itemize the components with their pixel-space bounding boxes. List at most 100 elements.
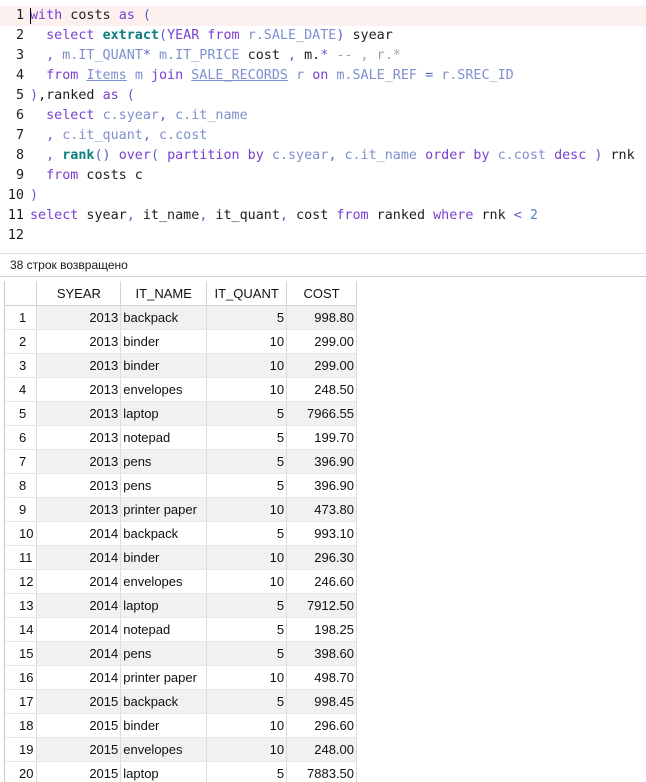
table-row[interactable]: 8 2013 pens 5 396.90 — [5, 473, 357, 498]
cell-it-name[interactable]: notepad — [120, 425, 208, 450]
cell-it-name[interactable]: laptop — [120, 401, 208, 426]
cell-syear[interactable]: 2013 — [36, 449, 122, 474]
cell-it-name[interactable]: printer paper — [120, 497, 208, 522]
cell-syear[interactable]: 2014 — [36, 521, 122, 546]
row-number[interactable]: 14 — [5, 617, 38, 642]
editor-line[interactable]: 3 , m.IT_QUANT* m.IT_PRICE cost , m.* --… — [0, 46, 646, 66]
row-number[interactable]: 8 — [5, 473, 38, 498]
row-number[interactable]: 6 — [5, 425, 38, 450]
sql-editor[interactable]: 1 with costs as (2 select extract(YEAR fr… — [0, 0, 646, 250]
cell-syear[interactable]: 2014 — [36, 641, 122, 666]
cell-syear[interactable]: 2013 — [36, 329, 122, 354]
table-row[interactable]: 4 2013 envelopes 10 248.50 — [5, 377, 357, 402]
cell-cost[interactable]: 396.90 — [286, 473, 357, 498]
cell-syear[interactable]: 2013 — [36, 377, 122, 402]
row-number[interactable]: 11 — [5, 545, 38, 570]
row-number[interactable]: 5 — [5, 401, 38, 426]
cell-it-name[interactable]: backpack — [120, 689, 208, 714]
row-number[interactable]: 13 — [5, 593, 38, 618]
cell-cost[interactable]: 296.60 — [286, 713, 357, 738]
cell-syear[interactable]: 2015 — [36, 737, 122, 762]
editor-line[interactable]: 11 select syear, it_name, it_quant, cost … — [0, 206, 646, 226]
cell-cost[interactable]: 198.25 — [286, 617, 357, 642]
cell-syear[interactable]: 2013 — [36, 353, 122, 378]
cell-syear[interactable]: 2013 — [36, 425, 122, 450]
cell-it-name[interactable]: envelopes — [120, 569, 208, 594]
cell-syear[interactable]: 2015 — [36, 713, 122, 738]
cell-cost[interactable]: 7966.55 — [286, 401, 357, 426]
row-number[interactable]: 9 — [5, 497, 38, 522]
cell-cost[interactable]: 296.30 — [286, 545, 357, 570]
cell-it-quant[interactable]: 10 — [206, 713, 288, 738]
row-number[interactable]: 3 — [5, 353, 38, 378]
cell-it-name[interactable]: envelopes — [120, 377, 208, 402]
table-row[interactable]: 10 2014 backpack 5 993.10 — [5, 521, 357, 546]
cell-syear[interactable]: 2013 — [36, 497, 122, 522]
cell-it-name[interactable]: backpack — [120, 305, 208, 330]
column-header-it-quant[interactable]: IT_QUANT — [206, 281, 288, 306]
row-number[interactable]: 12 — [5, 569, 38, 594]
cell-it-name[interactable]: printer paper — [120, 665, 208, 690]
row-number[interactable]: 20 — [5, 761, 38, 782]
table-row[interactable]: 15 2014 pens 5 398.60 — [5, 641, 357, 666]
cell-syear[interactable]: 2013 — [36, 401, 122, 426]
editor-line[interactable]: 1 with costs as ( — [0, 6, 646, 26]
cell-it-name[interactable]: binder — [120, 353, 208, 378]
cell-cost[interactable]: 199.70 — [286, 425, 357, 450]
cell-cost[interactable]: 246.60 — [286, 569, 357, 594]
cell-cost[interactable]: 993.10 — [286, 521, 357, 546]
table-row[interactable]: 14 2014 notepad 5 198.25 — [5, 617, 357, 642]
cell-it-quant[interactable]: 10 — [206, 569, 288, 594]
cell-cost[interactable]: 299.00 — [286, 329, 357, 354]
cell-syear[interactable]: 2014 — [36, 665, 122, 690]
editor-line[interactable]: 5),ranked as ( — [0, 86, 646, 106]
cell-cost[interactable]: 998.80 — [286, 305, 357, 330]
table-row[interactable]: 11 2014 binder 10 296.30 — [5, 545, 357, 570]
cell-it-quant[interactable]: 10 — [206, 737, 288, 762]
cell-it-quant[interactable]: 5 — [206, 521, 288, 546]
row-number[interactable]: 10 — [5, 521, 38, 546]
table-row[interactable]: 5 2013 laptop 5 7966.55 — [5, 401, 357, 426]
cell-it-quant[interactable]: 5 — [206, 617, 288, 642]
cell-cost[interactable]: 7883.50 — [286, 761, 357, 782]
row-number[interactable]: 16 — [5, 665, 38, 690]
cell-cost[interactable]: 396.90 — [286, 449, 357, 474]
row-number-header[interactable] — [5, 281, 38, 306]
cell-syear[interactable]: 2015 — [36, 761, 122, 782]
cell-it-name[interactable]: pens — [120, 473, 208, 498]
editor-line[interactable]: 4 from Items m join SALE_RECORDS r on m.… — [0, 66, 646, 86]
cell-it-quant[interactable]: 5 — [206, 593, 288, 618]
cell-it-quant[interactable]: 5 — [206, 689, 288, 714]
cell-it-quant[interactable]: 10 — [206, 353, 288, 378]
cell-it-quant[interactable]: 10 — [206, 377, 288, 402]
column-header-cost[interactable]: COST — [286, 281, 357, 306]
table-row[interactable]: 20 2015 laptop 5 7883.50 — [5, 761, 357, 782]
column-header-it-name[interactable]: IT_NAME — [120, 281, 208, 306]
editor-line[interactable]: 8 , rank() over( partition by c.syear, c… — [0, 146, 646, 166]
cell-it-quant[interactable]: 10 — [206, 329, 288, 354]
table-row[interactable]: 7 2013 pens 5 396.90 — [5, 449, 357, 474]
table-row[interactable]: 13 2014 laptop 5 7912.50 — [5, 593, 357, 618]
cell-it-quant[interactable]: 5 — [206, 641, 288, 666]
cell-it-quant[interactable]: 5 — [206, 305, 288, 330]
cell-syear[interactable]: 2014 — [36, 617, 122, 642]
cell-it-name[interactable]: pens — [120, 641, 208, 666]
cell-it-quant[interactable]: 10 — [206, 665, 288, 690]
row-number[interactable]: 15 — [5, 641, 38, 666]
cell-it-name[interactable]: backpack — [120, 521, 208, 546]
cell-it-name[interactable]: binder — [120, 329, 208, 354]
cell-cost[interactable]: 498.70 — [286, 665, 357, 690]
editor-line[interactable]: 9 from costs c — [0, 166, 646, 186]
table-row[interactable]: 9 2013 printer paper 10 473.80 — [5, 497, 357, 522]
editor-line[interactable]: 2 select extract(YEAR from r.SALE_DATE) … — [0, 26, 646, 46]
row-number[interactable]: 1 — [5, 305, 38, 330]
row-number[interactable]: 2 — [5, 329, 38, 354]
cell-it-quant[interactable]: 5 — [206, 449, 288, 474]
cell-cost[interactable]: 998.45 — [286, 689, 357, 714]
row-number[interactable]: 4 — [5, 377, 38, 402]
editor-line[interactable]: 12 — [0, 226, 646, 246]
table-row[interactable]: 6 2013 notepad 5 199.70 — [5, 425, 357, 450]
cell-cost[interactable]: 248.00 — [286, 737, 357, 762]
table-row[interactable]: 2 2013 binder 10 299.00 — [5, 329, 357, 354]
cell-it-quant[interactable]: 10 — [206, 545, 288, 570]
